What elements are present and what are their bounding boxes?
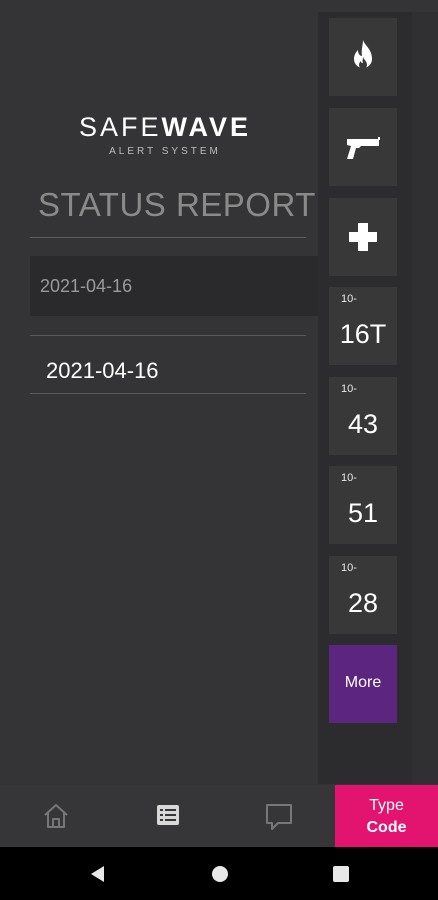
list-divider-top <box>30 335 306 336</box>
code-prefix: 10- <box>341 562 357 574</box>
code-value: 28 <box>347 588 379 618</box>
type-code-label-line1: Type <box>369 797 404 814</box>
code-value: 43 <box>347 409 379 439</box>
medical-alert-button[interactable] <box>329 198 397 276</box>
brand-subtitle: ALERT SYSTEM <box>109 146 221 157</box>
status-panel: SAFEWAVE ALERT SYSTEM STATUS REPORT 2021… <box>0 0 318 785</box>
home-circle-icon[interactable] <box>210 864 230 884</box>
nav-report-button[interactable] <box>128 785 208 847</box>
home-icon <box>44 804 68 828</box>
type-code-button[interactable]: Type Code <box>335 785 438 847</box>
fire-alert-button[interactable] <box>329 18 397 96</box>
wave-logo-icon <box>108 57 222 104</box>
gun-alert-button[interactable] <box>329 108 397 186</box>
code-button-51[interactable]: 10- 51 <box>329 466 397 544</box>
list-divider-bottom <box>30 393 306 394</box>
chat-icon <box>266 804 292 830</box>
type-code-label-line2: Code <box>366 819 407 836</box>
gun-icon <box>347 137 380 159</box>
nav-chat-button[interactable] <box>238 785 318 847</box>
code-button-28[interactable]: 10- 28 <box>329 556 397 634</box>
medical-cross-icon <box>349 223 377 251</box>
code-prefix: 10- <box>341 472 357 484</box>
code-prefix: 10- <box>341 383 357 395</box>
back-icon[interactable] <box>88 864 108 884</box>
brand-name-thin: SAFE <box>78 112 162 142</box>
nav-home-button[interactable] <box>16 785 96 847</box>
list-icon <box>157 805 179 825</box>
brand-name-bold: WAVE <box>161 112 252 142</box>
code-button-43[interactable]: 10- 43 <box>329 377 397 455</box>
more-label: More <box>344 674 382 691</box>
system-nav-bar <box>0 847 438 900</box>
selected-date: 2021-04-16 <box>40 276 133 296</box>
brand-name: SAFEWAVE <box>60 112 270 143</box>
title-divider <box>30 237 306 238</box>
fire-icon <box>354 40 372 69</box>
code-value: 16T <box>339 319 387 349</box>
recents-icon[interactable] <box>331 864 351 884</box>
sidebar-edge <box>412 12 438 784</box>
page-title: STATUS REPORT <box>38 186 316 223</box>
code-button-16t[interactable]: 10- 16T <box>329 287 397 365</box>
code-prefix: 10- <box>341 293 357 305</box>
report-date-item[interactable]: 2021-04-16 <box>46 358 159 384</box>
safewave-logo: SAFEWAVE ALERT SYSTEM <box>60 52 270 162</box>
code-value: 51 <box>347 498 379 528</box>
more-button[interactable]: More <box>329 645 397 723</box>
date-selector[interactable]: 2021-04-16 <box>30 256 318 316</box>
